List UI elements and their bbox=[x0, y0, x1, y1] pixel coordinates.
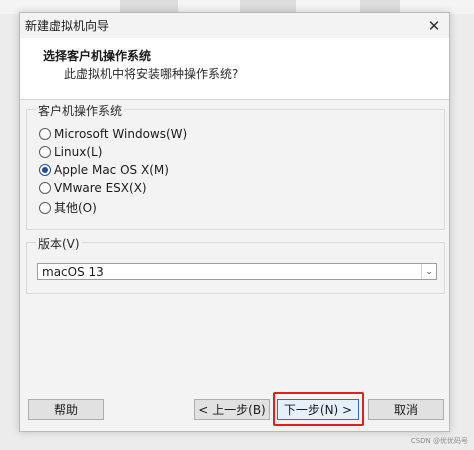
radio-button[interactable] bbox=[39, 128, 51, 140]
radio-apple-mac-os-x[interactable]: Apple Mac OS X(M) bbox=[39, 163, 169, 177]
title-bar: 新建虚拟机向导 ✕ bbox=[20, 13, 449, 38]
version-group-title: 版本(V) bbox=[36, 235, 82, 252]
highlight-box bbox=[273, 392, 364, 426]
page-title: 选择客户机操作系统 bbox=[43, 49, 152, 63]
radio-label: 其他(O) bbox=[54, 201, 97, 215]
chevron-down-icon[interactable]: ⌄ bbox=[421, 264, 436, 279]
guest-os-group-title: 客户机操作系统 bbox=[36, 102, 125, 119]
radio-linux[interactable]: Linux(L) bbox=[39, 145, 102, 159]
back-button[interactable]: < 上一步(B) bbox=[194, 399, 270, 420]
radio-button[interactable] bbox=[39, 201, 51, 214]
cancel-button[interactable]: 取消 bbox=[368, 399, 444, 420]
version-select-value: macOS 13 bbox=[42, 264, 104, 279]
new-vm-wizard-window: 新建虚拟机向导 ✕ 选择客户机操作系统 此虚拟机中将安装哪种操作系统? 客户机操… bbox=[19, 12, 450, 432]
help-button[interactable]: 帮助 bbox=[28, 399, 104, 420]
guest-os-group: 客户机操作系统 Microsoft Windows(W) Linux(L) Ap… bbox=[26, 102, 445, 230]
radio-vmware-esx[interactable]: VMware ESX(X) bbox=[39, 181, 147, 195]
watermark: CSDN @优优码号 bbox=[410, 437, 468, 445]
version-select[interactable]: macOS 13 ⌄ bbox=[37, 263, 437, 280]
radio-label: Linux(L) bbox=[54, 145, 103, 159]
radio-other[interactable]: 其他(O) bbox=[39, 199, 97, 216]
radio-microsoft-windows[interactable]: Microsoft Windows(W) bbox=[39, 127, 187, 141]
radio-button[interactable] bbox=[39, 182, 51, 194]
window-title: 新建虚拟机向导 bbox=[25, 19, 110, 33]
version-group: 版本(V) macOS 13 ⌄ bbox=[26, 235, 445, 294]
close-icon[interactable]: ✕ bbox=[419, 13, 449, 38]
radio-button-selected[interactable] bbox=[39, 164, 51, 176]
radio-label: Apple Mac OS X(M) bbox=[54, 163, 169, 177]
radio-button[interactable] bbox=[39, 146, 51, 158]
wizard-header: 选择客户机操作系统 此虚拟机中将安装哪种操作系统? bbox=[20, 38, 449, 100]
page-subtitle: 此虚拟机中将安装哪种操作系统? bbox=[64, 67, 239, 81]
radio-label: Microsoft Windows(W) bbox=[54, 127, 188, 141]
radio-label: VMware ESX(X) bbox=[54, 181, 147, 195]
